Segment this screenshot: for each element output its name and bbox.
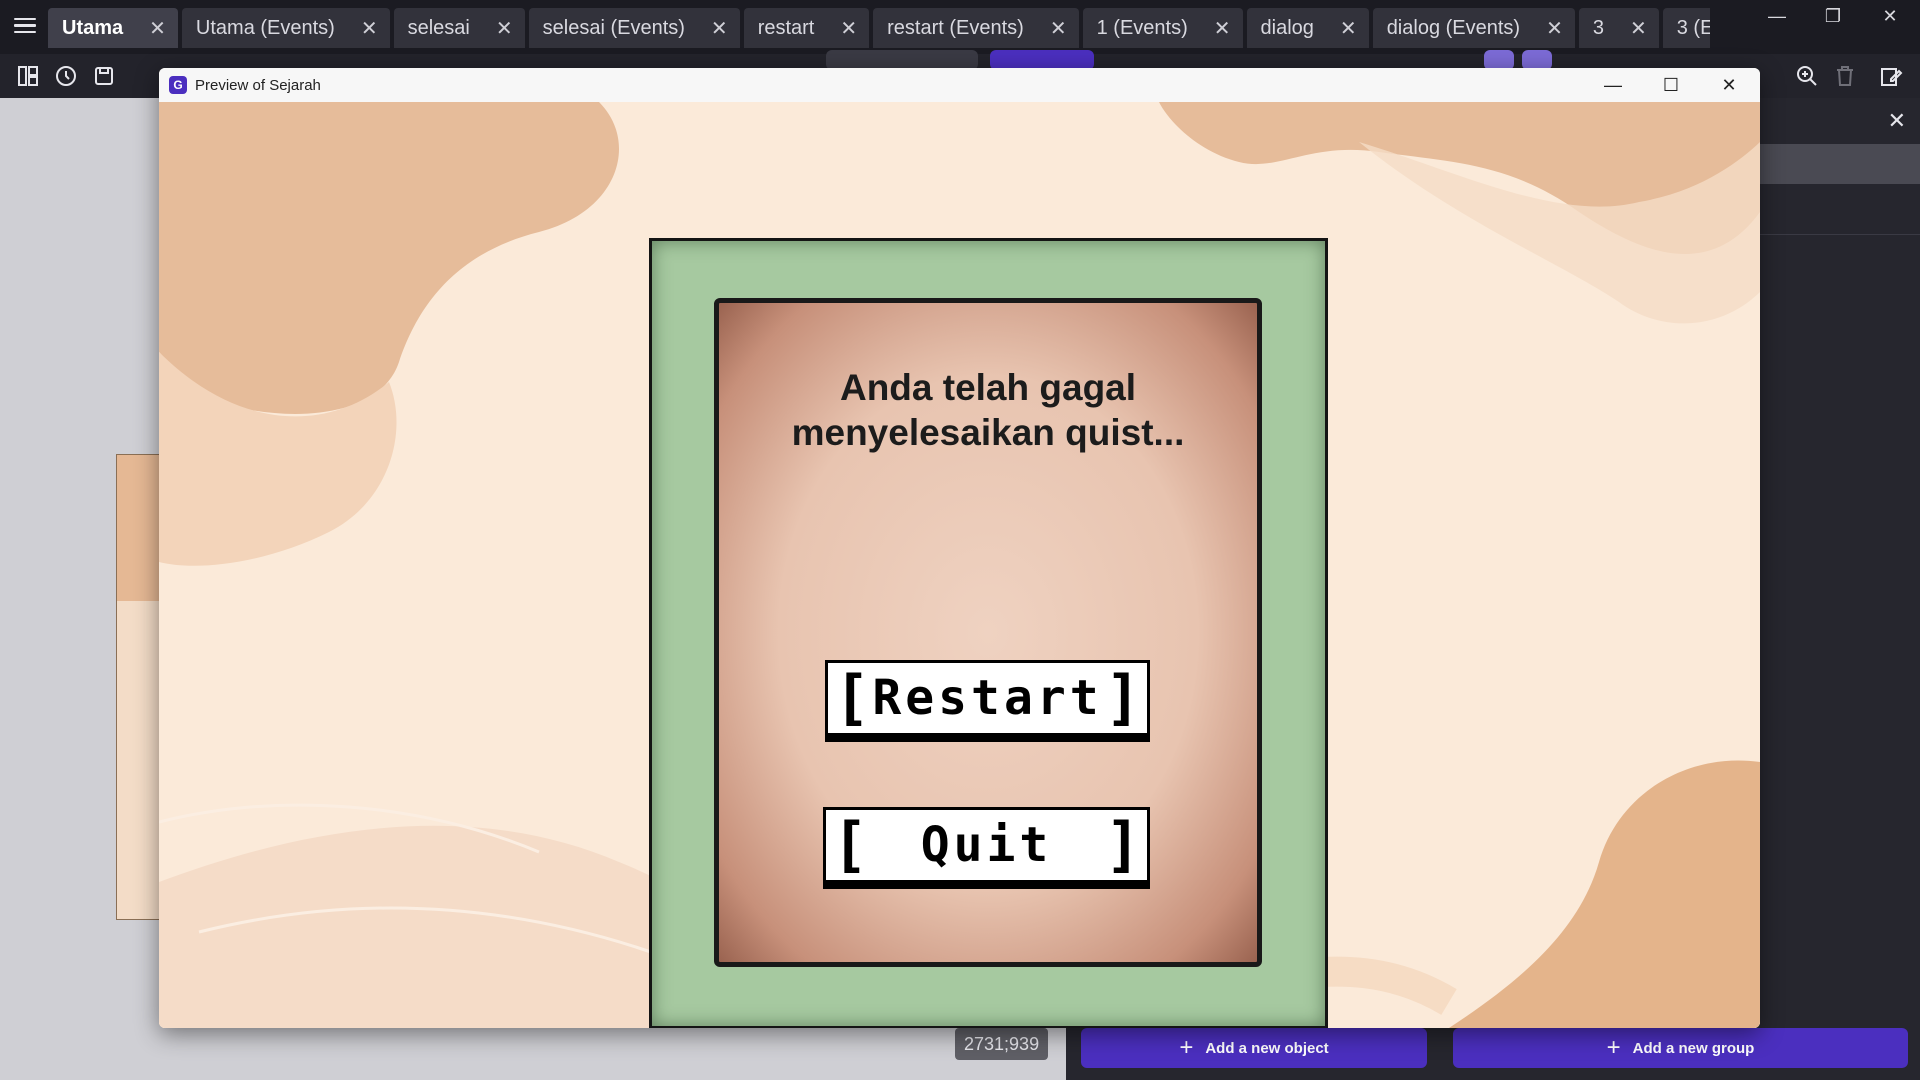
preview-button[interactable] (990, 50, 1094, 70)
bracket-open: [ (832, 810, 869, 880)
preview-close-icon[interactable]: ✕ (1700, 68, 1758, 102)
game-over-dialog-frame: Anda telah gagal menyelesaikan quist... … (649, 238, 1328, 1028)
preview-window: G Preview of Sejarah — ☐ ✕ Anda telah ga… (159, 68, 1760, 1028)
tab-label: restart (757, 16, 815, 39)
tab-close-icon[interactable]: ✕ (1546, 16, 1563, 41)
tab-close-icon[interactable]: ✕ (1214, 16, 1231, 41)
tab-label: 3 (Events) (1676, 16, 1710, 39)
undo-redo-group[interactable] (826, 50, 978, 70)
tab-close-icon[interactable]: ✕ (1630, 16, 1647, 41)
tab-label: selesai (407, 16, 470, 39)
tab-utama-events[interactable]: Utama (Events) ✕ (181, 8, 390, 48)
add-new-object-label: Add a new object (1205, 1039, 1329, 1057)
failure-message-line1: Anda telah gagal (839, 367, 1137, 408)
tab-close-icon[interactable]: ✕ (149, 16, 166, 41)
hamburger-menu-icon[interactable] (12, 14, 38, 40)
tab-1-events[interactable]: 1 (Events) ✕ (1082, 8, 1243, 48)
add-new-group-label: Add a new group (1632, 1039, 1755, 1057)
preview-window-title: Preview of Sejarah (195, 76, 321, 94)
tab-label: 3 (1592, 16, 1604, 39)
failure-message: Anda telah gagal menyelesaikan quist... (719, 365, 1257, 455)
tab-close-icon[interactable]: ✕ (496, 16, 513, 41)
tab-restart[interactable]: restart ✕ (743, 8, 870, 48)
restart-button[interactable]: [ Restart ] (825, 660, 1150, 742)
tab-label: dialog (Events) (1386, 16, 1521, 39)
tab-close-icon[interactable]: ✕ (361, 16, 378, 41)
layer-toggle[interactable] (1484, 50, 1514, 70)
tab-restart-events[interactable]: restart (Events) ✕ (873, 8, 1079, 48)
quit-button-label: Quit (920, 817, 1053, 873)
cursor-coordinates: 2731;939 (955, 1028, 1049, 1060)
tab-dialog-events[interactable]: dialog (Events) ✕ (1372, 8, 1575, 48)
add-new-object-button[interactable]: + Add a new object (1081, 1028, 1427, 1068)
plus-icon: + (1179, 1034, 1194, 1061)
objects-search-input[interactable] (1756, 144, 1920, 184)
tab-close-icon[interactable]: ✕ (711, 16, 728, 41)
bracket-open: [ (834, 663, 871, 733)
preview-maximize-icon[interactable]: ☐ (1642, 68, 1700, 102)
tab-close-icon[interactable]: ✕ (840, 16, 857, 41)
preview-minimize-icon[interactable]: — (1584, 68, 1642, 102)
tab-3-events[interactable]: 3 (Events)✕ (1662, 8, 1710, 48)
preview-titlebar: G Preview of Sejarah — ☐ ✕ (159, 68, 1760, 102)
layout-icon[interactable] (14, 62, 42, 90)
tab-selesai-events[interactable]: selesai (Events) ✕ (528, 8, 740, 48)
tab-selesai[interactable]: selesai ✕ (393, 8, 525, 48)
close-app-icon[interactable]: ✕ (1862, 0, 1918, 32)
game-canvas[interactable]: Anda telah gagal menyelesaikan quist... … (159, 102, 1760, 1028)
editor-tab-bar: Utama ✕ Utama (Events) ✕ selesai ✕ selesai (Ev… (0, 0, 1920, 54)
tab-3[interactable]: 3 ✕ (1578, 8, 1659, 48)
panel-close-icon[interactable]: ✕ (1888, 108, 1906, 134)
tab-label: 1 (Events) (1096, 16, 1188, 39)
restart-button-label: Restart (872, 670, 1103, 726)
tab-label: Utama (62, 16, 124, 39)
tab-close-icon[interactable]: ✕ (1050, 16, 1067, 41)
history-icon[interactable] (52, 62, 80, 90)
tab-label: selesai (Events) (542, 16, 685, 39)
tab-close-icon[interactable]: ✕ (1340, 16, 1357, 41)
bracket-close: ] (1104, 810, 1141, 880)
dialog-paper-panel: Anda telah gagal menyelesaikan quist... … (714, 298, 1262, 967)
gdevelop-logo-icon: G (169, 76, 187, 94)
scene-tabs: Utama ✕ Utama (Events) ✕ selesai ✕ selesai (Ev… (48, 8, 1710, 48)
plus-icon: + (1606, 1034, 1621, 1061)
trash-icon[interactable] (1831, 62, 1859, 90)
save-icon[interactable] (90, 62, 118, 90)
restore-icon[interactable]: ❐ (1805, 0, 1861, 32)
quit-button[interactable]: [ Quit ] (823, 807, 1150, 889)
tab-label: dialog (1260, 16, 1314, 39)
tab-label: Utama (Events) (195, 16, 335, 39)
failure-message-line2: menyelesaikan quist... (791, 412, 1185, 453)
minimize-icon[interactable]: — (1749, 0, 1805, 32)
tab-label: restart (Events) (887, 16, 1024, 39)
tab-dialog[interactable]: dialog ✕ (1246, 8, 1369, 48)
add-new-group-button[interactable]: + Add a new group (1453, 1028, 1908, 1068)
tab-utama[interactable]: Utama ✕ (48, 8, 178, 48)
edit-properties-icon[interactable] (1877, 62, 1905, 90)
zoom-in-icon[interactable] (1793, 62, 1821, 90)
mask-toggle[interactable] (1522, 50, 1552, 70)
bracket-close: ] (1104, 663, 1141, 733)
